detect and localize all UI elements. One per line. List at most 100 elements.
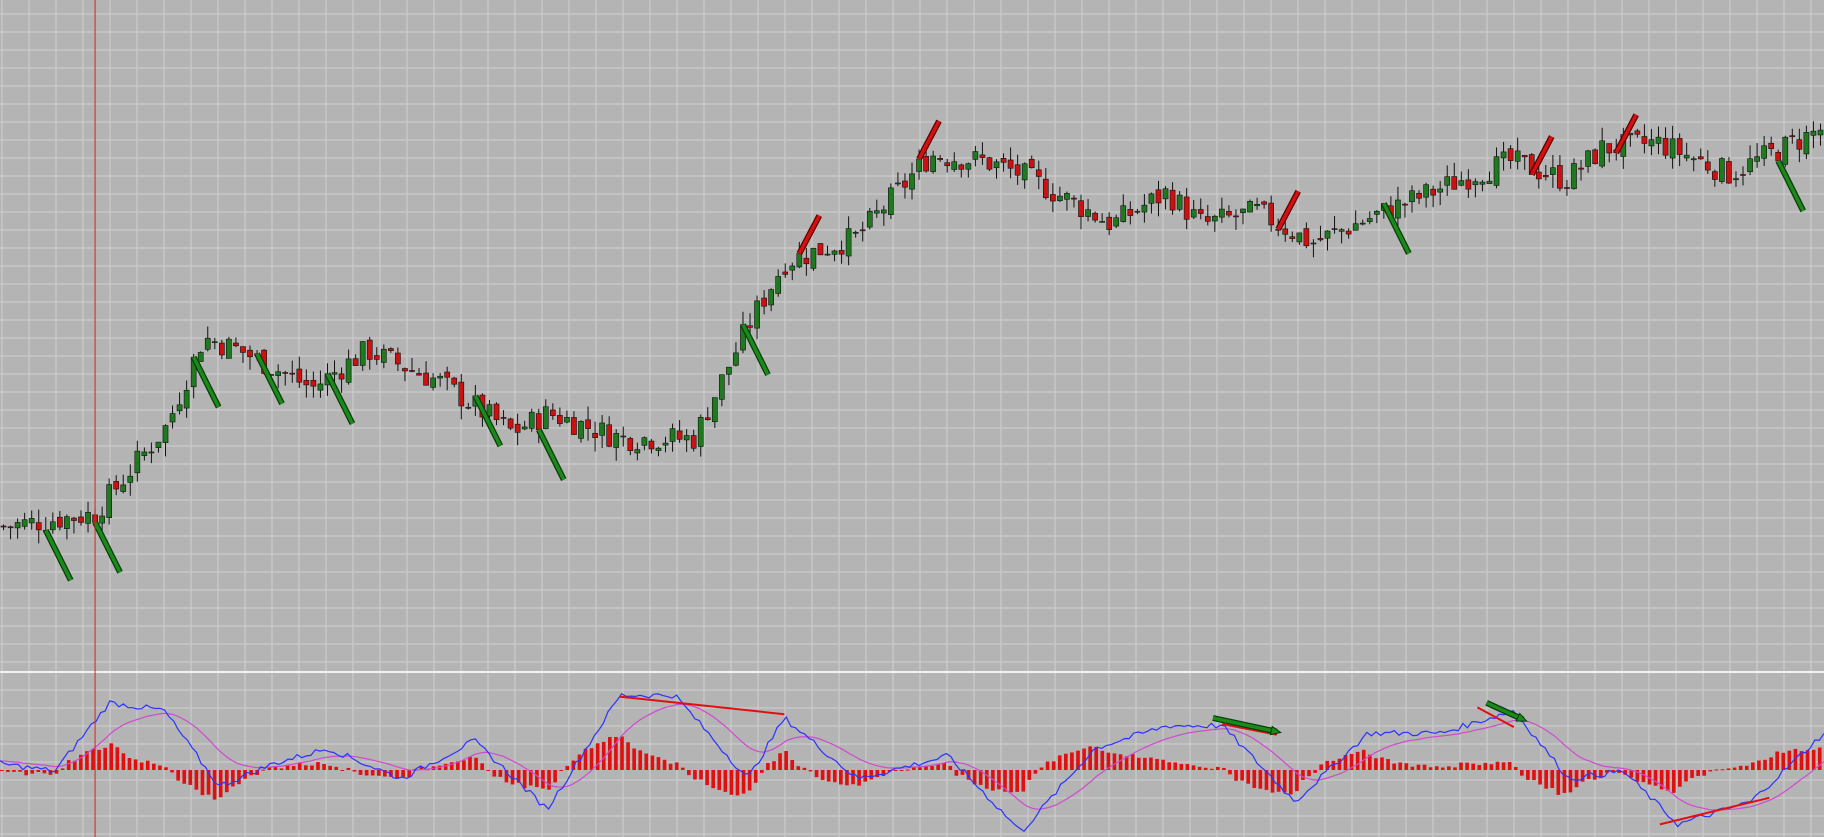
- histogram-bar: [1045, 761, 1050, 770]
- candle-body: [1655, 136, 1662, 144]
- candle-body: [993, 161, 1000, 169]
- histogram-bar: [1070, 752, 1074, 770]
- histogram-bar: [188, 770, 193, 785]
- candle-body: [831, 250, 838, 255]
- candle-body: [1085, 209, 1091, 217]
- candle-body: [1768, 142, 1775, 149]
- candle-body: [1458, 180, 1465, 186]
- candle-body: [1028, 158, 1035, 169]
- candle-body: [1359, 222, 1366, 225]
- histogram-bar: [1738, 765, 1743, 770]
- histogram-bar: [237, 770, 241, 785]
- histogram-bar: [790, 759, 795, 770]
- histogram-bar: [547, 770, 551, 790]
- candle-body: [1430, 188, 1436, 196]
- candle-body: [1719, 158, 1725, 182]
- candle-body: [1726, 161, 1732, 184]
- histogram-bar: [18, 770, 22, 772]
- candle-body: [1007, 159, 1014, 169]
- candle-body: [1366, 218, 1373, 222]
- candle-body: [282, 372, 289, 374]
- candle-body: [1472, 181, 1479, 186]
- histogram-bar: [1714, 769, 1719, 771]
- candle-body: [345, 358, 352, 383]
- candle-body: [1486, 180, 1493, 184]
- histogram-bar: [753, 770, 758, 783]
- candle-body: [78, 516, 84, 523]
- histogram-bar: [766, 763, 770, 770]
- histogram-bar: [1398, 762, 1403, 770]
- histogram-bar: [1039, 767, 1044, 770]
- histogram-bar: [1477, 765, 1482, 770]
- histogram-bar: [1301, 770, 1305, 780]
- candle-body: [796, 253, 803, 268]
- candle-body: [1035, 169, 1042, 177]
- histogram-bar: [559, 770, 564, 771]
- histogram-bar: [1240, 770, 1244, 781]
- histogram-bar: [1562, 770, 1567, 793]
- histogram-bar: [212, 770, 217, 800]
- histogram-bar: [1404, 763, 1409, 770]
- histogram-bar: [1732, 767, 1737, 770]
- histogram-bar: [1690, 770, 1694, 778]
- candle-body: [1676, 138, 1683, 155]
- candle-body: [726, 366, 732, 375]
- candle-body: [634, 449, 641, 454]
- candle-body: [937, 158, 944, 160]
- histogram-bar: [352, 770, 357, 772]
- candle-body: [444, 371, 451, 378]
- histogram-bar: [1520, 770, 1524, 776]
- histogram-bar: [1094, 746, 1099, 770]
- candle-body: [866, 210, 873, 228]
- histogram-bar: [1678, 770, 1682, 787]
- candle-body: [85, 511, 91, 524]
- candle-body: [1338, 229, 1345, 232]
- chart-background: [0, 0, 1824, 837]
- histogram-bar: [1672, 770, 1676, 793]
- histogram-bar: [1228, 770, 1232, 775]
- histogram-bar: [1246, 770, 1251, 784]
- candle-body: [1789, 135, 1796, 137]
- candle-body: [1479, 181, 1486, 185]
- histogram-bar: [1513, 766, 1518, 770]
- histogram-bar: [832, 770, 837, 783]
- histogram-bar: [145, 760, 150, 770]
- candlestick-chart: [0, 0, 1824, 837]
- histogram-bar: [1465, 762, 1469, 770]
- histogram-bar: [1112, 753, 1117, 770]
- candle-body: [775, 276, 782, 294]
- candle-body: [768, 289, 774, 306]
- candle-body: [613, 433, 620, 448]
- histogram-bar: [1744, 765, 1749, 770]
- candle-body: [1050, 194, 1056, 202]
- histogram-bar: [918, 767, 922, 770]
- candle-body: [873, 210, 880, 214]
- candle-body: [578, 421, 584, 439]
- candle-body: [176, 404, 183, 412]
- histogram-bar: [1757, 760, 1761, 770]
- histogram-bar: [1276, 770, 1281, 792]
- candle-body: [1641, 136, 1648, 144]
- candle-body: [972, 151, 979, 160]
- candle-body: [1148, 193, 1155, 204]
- candle-body: [1042, 178, 1049, 199]
- histogram-bar: [851, 770, 855, 785]
- histogram-bar: [1088, 746, 1092, 770]
- histogram-bar: [316, 762, 320, 770]
- candle-body: [669, 428, 676, 442]
- candle-body: [162, 425, 169, 443]
- candle-body: [289, 372, 296, 375]
- candle-body: [1204, 216, 1211, 222]
- histogram-bar: [1021, 770, 1026, 792]
- candle-body: [683, 435, 690, 441]
- candle-body: [465, 406, 472, 409]
- candle-body: [1782, 136, 1789, 165]
- candle-body: [1712, 171, 1718, 180]
- candle-body: [1704, 161, 1711, 171]
- candle-body: [1014, 164, 1021, 176]
- histogram-bar: [1027, 770, 1032, 780]
- candle-body: [240, 346, 246, 353]
- histogram-bar: [638, 750, 643, 770]
- histogram-bar: [1489, 764, 1494, 770]
- candle-body: [113, 481, 120, 490]
